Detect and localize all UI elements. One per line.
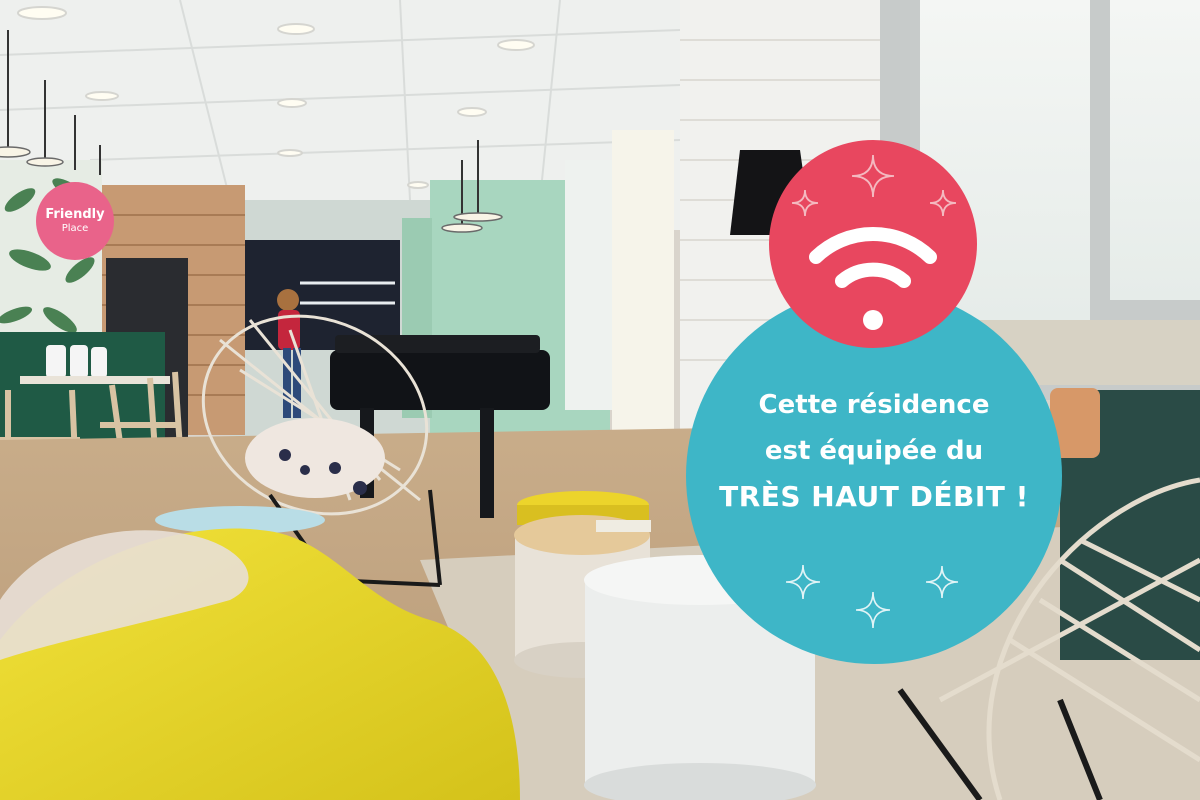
headline: Cette résidence est équipée du TRÈS HAUT… <box>686 382 1062 520</box>
headline-line2: est équipée du <box>764 436 984 466</box>
headline-line3: TRÈS HAUT DÉBIT ! <box>719 480 1029 513</box>
headline-line1: Cette résidence <box>758 390 990 420</box>
sparkle-icon <box>791 154 957 217</box>
